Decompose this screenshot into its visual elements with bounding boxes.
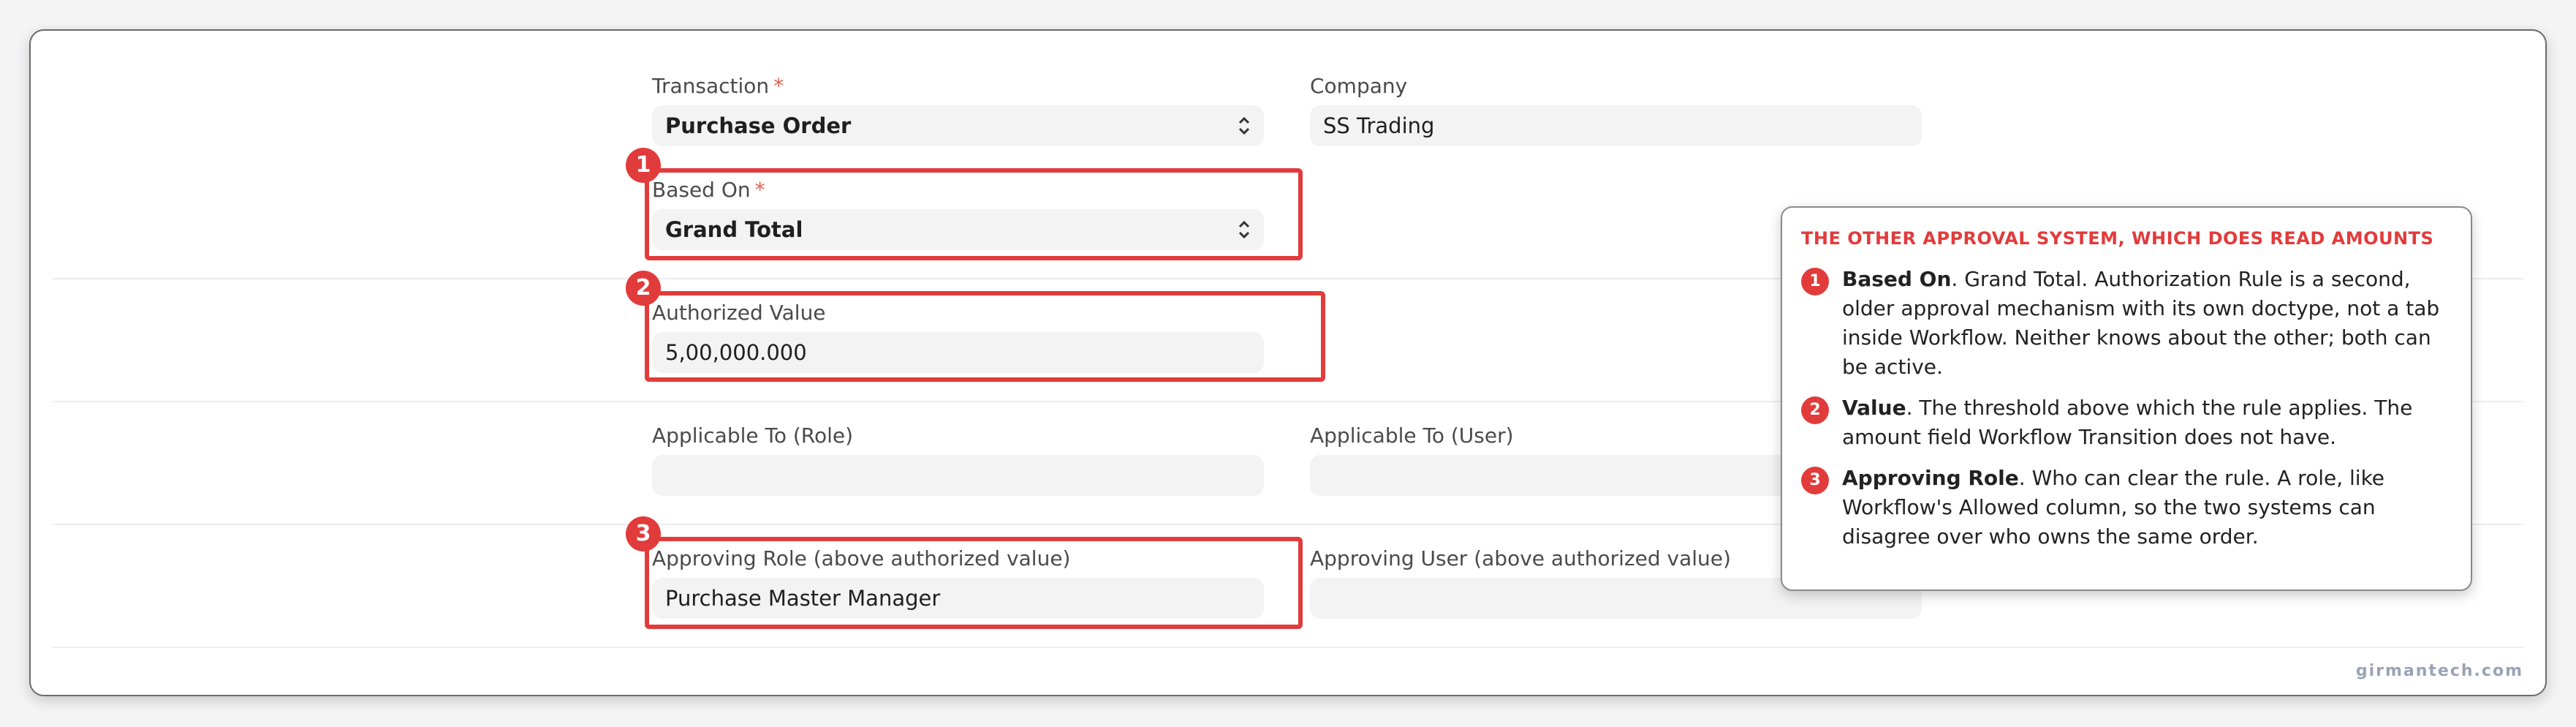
applicable-role-input[interactable] [652, 455, 1264, 496]
company-input[interactable]: SS Trading [1310, 105, 1922, 146]
annotation-note-1: 1 Based On. Grand Total. Authorization R… [1801, 265, 2452, 382]
note-text-2: Value. The threshold above which the rul… [1842, 396, 2413, 449]
note-number-2: 2 [1801, 396, 1829, 424]
transaction-field: Transaction * Purchase Order [652, 72, 1264, 146]
up-down-chevron-icon [1238, 116, 1250, 135]
annotation-note-2: 2 Value. The threshold above which the r… [1801, 393, 2452, 452]
note-number-3: 3 [1801, 467, 1829, 494]
transaction-label: Transaction * [652, 74, 784, 98]
note-text-1: Based On. Grand Total. Authorization Rul… [1842, 267, 2440, 379]
highlight-box-approving-role [645, 537, 1303, 629]
section-divider [53, 647, 2523, 648]
transaction-select[interactable]: Purchase Order [652, 105, 1264, 146]
annotation-note-3: 3 Approving Role. Who can clear the rule… [1801, 464, 2452, 551]
highlight-box-authorized-value [645, 291, 1325, 382]
callout-badge-3: 3 [626, 516, 661, 551]
callout-badge-2: 2 [626, 271, 661, 306]
highlight-box-based-on [645, 168, 1303, 260]
applicable-role-field: Applicable To (Role) [652, 421, 1264, 496]
company-field: Company SS Trading [1310, 72, 1922, 146]
company-label: Company [1310, 74, 1408, 98]
annotation-panel: THE OTHER APPROVAL SYSTEM, WHICH DOES RE… [1781, 206, 2472, 591]
transaction-value: Purchase Order [665, 113, 852, 138]
callout-badge-1: 1 [626, 148, 661, 183]
note-text-3: Approving Role. Who can clear the rule. … [1842, 466, 2385, 549]
applicable-role-label: Applicable To (Role) [652, 423, 854, 448]
watermark: girmantech.com [2355, 662, 2523, 680]
annotation-title: THE OTHER APPROVAL SYSTEM, WHICH DOES RE… [1801, 228, 2434, 249]
note-number-1: 1 [1801, 268, 1829, 295]
